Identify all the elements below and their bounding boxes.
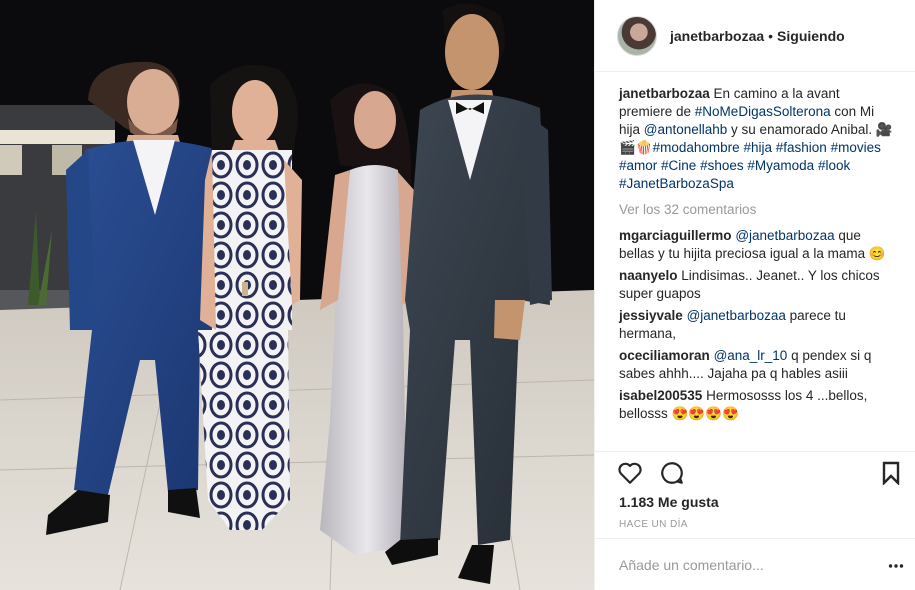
header-text: janetbarbozaa • Siguiendo [670, 28, 845, 44]
hashtag-link[interactable]: #amor [619, 158, 657, 173]
more-options-icon[interactable] [888, 559, 904, 571]
hashtag-link[interactable]: #JanetBarbozaSpa [619, 176, 734, 191]
post-header: janetbarbozaa • Siguiendo [595, 0, 915, 72]
hashtag-link[interactable]: #look [818, 158, 850, 173]
hashtag-link[interactable]: #hija [743, 140, 772, 155]
hashtag-link[interactable]: #modahombre [653, 140, 740, 155]
comment-item: mgarciaguillermo @janetbarbozaa que bell… [619, 227, 894, 263]
speech-bubble-icon[interactable] [659, 460, 685, 486]
comment-author[interactable]: isabel200535 [619, 388, 702, 403]
comment-mention[interactable]: @janetbarbozaa [687, 308, 786, 323]
person-woman-patterned-dress [198, 65, 302, 530]
hashtag-link[interactable]: #Myamoda [747, 158, 814, 173]
hashtag-link[interactable]: #shoes [700, 158, 744, 173]
hashtag-link[interactable]: #Cine [661, 158, 696, 173]
view-all-comments-link[interactable]: Ver los 32 comentarios [619, 201, 894, 219]
post-photo[interactable] [0, 0, 594, 590]
add-comment-section [595, 538, 915, 590]
post-timestamp[interactable]: HACE UN DÍA [619, 519, 688, 530]
avatar[interactable] [617, 15, 657, 56]
header-separator: • [768, 27, 774, 44]
header-username[interactable]: janetbarbozaa [670, 28, 764, 44]
comment-author[interactable]: naanyelo [619, 268, 678, 283]
photo-illustration [0, 0, 594, 590]
hashtag-link[interactable]: #fashion [776, 140, 827, 155]
likes-count[interactable]: 1.183 Me gusta [619, 494, 719, 510]
hashtag-link[interactable]: #NoMeDigasSolterona [695, 104, 831, 119]
caption-author[interactable]: janetbarbozaa [619, 86, 710, 101]
post-side-panel: janetbarbozaa • Siguiendo janetbarbozaa … [594, 0, 915, 590]
bookmark-icon[interactable] [880, 461, 902, 486]
comment-item: isabel200535 Hermososss los 4 ...bellos,… [619, 387, 894, 423]
comment-item: jessiyvale @janetbarbozaa parece tu herm… [619, 307, 894, 343]
comment-author[interactable]: mgarciaguillermo [619, 228, 732, 243]
comment-item: naanyelo Lindisimas.. Jeanet.. Y los chi… [619, 267, 894, 303]
following-button[interactable]: Siguiendo [777, 28, 845, 44]
comment-item: oceciliamoran @ana_lr_10 q pendex si q s… [619, 347, 894, 383]
action-bar [595, 451, 915, 493]
comment-mention[interactable]: @janetbarbozaa [735, 228, 834, 243]
comments-list[interactable]: janetbarbozaa En camino a la avant premi… [595, 72, 915, 451]
hashtag-link[interactable]: #movies [831, 140, 881, 155]
heart-icon[interactable] [617, 460, 643, 486]
comment-input[interactable] [619, 556, 869, 573]
comment-mention[interactable]: @ana_lr_10 [714, 348, 788, 363]
mention-link[interactable]: @antonellahb [644, 122, 728, 137]
comment-author[interactable]: oceciliamoran [619, 348, 710, 363]
comment-author[interactable]: jessiyvale [619, 308, 683, 323]
post-caption: janetbarbozaa En camino a la avant premi… [619, 85, 894, 193]
